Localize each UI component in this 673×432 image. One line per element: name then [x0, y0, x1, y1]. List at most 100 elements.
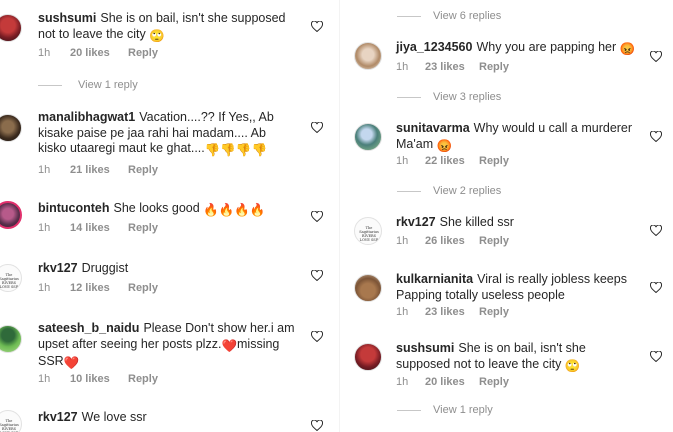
avatar[interactable]: The Sagittarius RIVERS LOVE SSR: [354, 217, 382, 245]
logo-caption: The Sagittarius RIVERS LOVE SSR: [359, 226, 379, 242]
view-replies-label[interactable]: View 1 reply: [78, 79, 138, 91]
comment-username[interactable]: manalibhagwat1: [38, 110, 135, 124]
comment-text: rkv127 We love ssr: [38, 410, 298, 426]
like-heart-icon[interactable]: [311, 122, 323, 133]
comment-username[interactable]: sushsumi: [38, 11, 96, 25]
comment-text: sateesh_b_naidu Please Don't show her.i a…: [38, 321, 304, 372]
like-heart-icon[interactable]: [650, 351, 662, 362]
comment-username[interactable]: rkv127: [396, 215, 436, 229]
avatar[interactable]: [354, 123, 382, 151]
likes-count[interactable]: 14 likes: [70, 222, 110, 234]
reply-button[interactable]: Reply: [479, 155, 509, 167]
likes-count[interactable]: 20 likes: [70, 47, 110, 59]
comment-text: sunitavarma Why would u call a murderer M…: [396, 121, 636, 154]
comment-username[interactable]: bintuconteh: [38, 201, 110, 215]
avatar[interactable]: [0, 325, 22, 353]
like-heart-icon[interactable]: [311, 270, 323, 281]
view-replies-label[interactable]: View 1 reply: [433, 404, 493, 416]
comment-body: We love ssr: [81, 410, 147, 424]
comment-time: 1h: [396, 155, 409, 167]
reply-button[interactable]: Reply: [479, 235, 509, 247]
like-heart-icon[interactable]: [650, 225, 662, 236]
comment-body: Why you are papping her: [476, 40, 617, 54]
like-heart-icon[interactable]: [311, 331, 323, 342]
comment-username[interactable]: jiya_1234560: [396, 40, 472, 54]
reply-button[interactable]: Reply: [479, 306, 509, 318]
comment-username[interactable]: sunitavarma: [396, 121, 470, 135]
comment-time: 1h: [38, 282, 51, 294]
replies-line: [397, 97, 421, 98]
likes-count[interactable]: 20 likes: [425, 376, 465, 388]
emoji: 😡: [619, 42, 636, 56]
logo-caption: The Sagittarius RIVERS LOVE SSR: [0, 419, 19, 432]
comment-username[interactable]: kulkarnianita: [396, 272, 473, 286]
likes-count[interactable]: 23 likes: [425, 61, 465, 73]
column-divider: [339, 0, 340, 432]
likes-count[interactable]: 22 likes: [425, 155, 465, 167]
reply-button[interactable]: Reply: [479, 376, 509, 388]
replies-line: [397, 410, 421, 411]
comment-time: 1h: [38, 222, 51, 234]
likes-count[interactable]: 23 likes: [425, 306, 465, 318]
comments-column-right: View 6 replies jiya_1234560 Why you are p…: [345, 0, 673, 432]
comment-username[interactable]: rkv127: [38, 261, 78, 275]
replies-line: [397, 191, 421, 192]
view-replies-label[interactable]: View 2 replies: [433, 185, 501, 197]
comment-text: bintuconteh She looks good 🔥🔥🔥🔥: [38, 201, 298, 219]
comment-text: sushsumi She is on bail, isn't she suppos…: [38, 11, 288, 44]
like-heart-icon[interactable]: [311, 420, 323, 431]
comment-body: Druggist: [81, 261, 129, 275]
emoji: ❤️: [63, 356, 80, 370]
like-heart-icon[interactable]: [650, 282, 662, 293]
comment-username[interactable]: sushsumi: [396, 341, 454, 355]
likes-count[interactable]: 10 likes: [70, 373, 110, 385]
emoji: 🙄: [149, 28, 165, 43]
reply-button[interactable]: Reply: [479, 61, 509, 73]
reply-button[interactable]: Reply: [128, 164, 158, 176]
logo-caption: The Sagittarius RIVERS LOVE SSR: [0, 273, 19, 289]
comment-time: 1h: [396, 235, 409, 247]
emoji: ❤️: [221, 338, 238, 353]
comment-time: 1h: [396, 376, 409, 388]
comment-text: manalibhagwat1 Vacation....?? If Yes,, Ab…: [38, 110, 290, 159]
reply-button[interactable]: Reply: [128, 282, 158, 294]
like-heart-icon[interactable]: [311, 211, 323, 222]
avatar[interactable]: The Sagittarius RIVERS LOVE SSR: [0, 410, 22, 432]
comment-text: rkv127 Druggist: [38, 261, 298, 277]
avatar[interactable]: The Sagittarius RIVERS LOVE SSR: [0, 264, 22, 292]
reply-button[interactable]: Reply: [128, 47, 158, 59]
emoji: 🙄: [564, 358, 581, 373]
reply-button[interactable]: Reply: [128, 373, 158, 385]
emoji: 🔥🔥🔥🔥: [203, 203, 266, 217]
likes-count[interactable]: 12 likes: [70, 282, 110, 294]
replies-line: [397, 16, 421, 17]
reply-button[interactable]: Reply: [128, 222, 158, 234]
emoji: 😡: [436, 138, 453, 153]
avatar[interactable]: [0, 14, 22, 42]
likes-count[interactable]: 26 likes: [425, 235, 465, 247]
avatar[interactable]: [0, 201, 22, 229]
like-heart-icon[interactable]: [650, 131, 662, 142]
view-replies-label[interactable]: View 6 replies: [433, 10, 501, 22]
like-heart-icon[interactable]: [311, 21, 323, 32]
replies-line: [38, 85, 62, 86]
comment-username[interactable]: rkv127: [38, 410, 78, 424]
comment-time: 1h: [38, 373, 51, 385]
view-replies-label[interactable]: View 3 replies: [433, 91, 501, 103]
comment-body: She looks good: [113, 201, 200, 215]
comment-time: 1h: [396, 306, 409, 318]
likes-count[interactable]: 21 likes: [70, 164, 110, 176]
avatar[interactable]: [354, 274, 382, 302]
emoji: 👎👎👎👎: [204, 143, 268, 157]
comment-text: sushsumi She is on bail, isn't she suppos…: [396, 341, 640, 374]
comment-time: 1h: [38, 47, 51, 59]
avatar[interactable]: [0, 114, 22, 142]
avatar[interactable]: [354, 42, 382, 70]
comment-text: rkv127 She killed ssr: [396, 215, 636, 231]
comment-text: jiya_1234560 Why you are papping her 😡: [396, 40, 636, 58]
like-heart-icon[interactable]: [650, 51, 662, 62]
comments-column-left: sushsumi She is on bail, isn't she suppos…: [0, 0, 333, 432]
comment-username[interactable]: sateesh_b_naidu: [38, 321, 139, 335]
avatar[interactable]: [354, 343, 382, 371]
comment-text: kulkarnianita Viral is really jobless kee…: [396, 272, 628, 303]
